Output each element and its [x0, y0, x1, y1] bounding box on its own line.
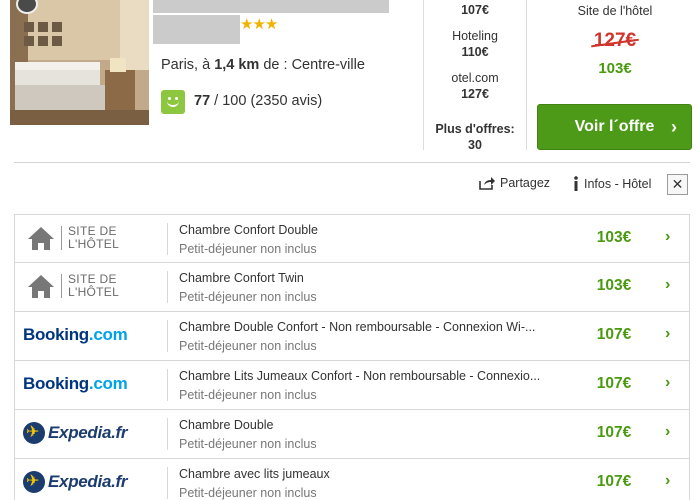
mid-price: 127€: [461, 87, 489, 101]
breakfast-info: Petit-déjeuner non inclus: [179, 242, 317, 256]
hotel-name-redacted: [153, 0, 389, 13]
featured-old-price: 127€: [540, 30, 690, 52]
close-button[interactable]: ✕: [667, 174, 688, 195]
house-icon: [28, 275, 54, 298]
more-offers-count: 30: [468, 138, 482, 152]
offer-row[interactable]: Expedia.fr Chambre avec lits jumeaux Pet…: [14, 459, 690, 500]
row-divider: [167, 320, 168, 352]
mid-price: 110€: [461, 45, 489, 59]
offer-price: 103€: [596, 229, 632, 246]
info-icon: [574, 176, 578, 191]
row-divider: [167, 369, 168, 401]
mid-price-item[interactable]: Hoteling 110€: [424, 28, 526, 60]
booking-domain: .com: [88, 325, 128, 344]
offer-row[interactable]: Booking.com Chambre Lits Jumeaux Confort…: [14, 361, 690, 410]
row-divider: [167, 271, 168, 303]
share-button[interactable]: Partagez: [479, 176, 550, 190]
logo-line2: L'HÔTEL: [68, 285, 120, 299]
mid-site: otel.com: [451, 71, 499, 85]
expedia-name: Expedia.fr: [48, 423, 128, 442]
row-divider: [167, 467, 168, 499]
offer-price: 107€: [596, 473, 632, 490]
offer-row[interactable]: SITE DE L'HÔTEL Chambre Confort Double Pe…: [14, 214, 690, 263]
logo-line1: SITE DE: [68, 272, 117, 286]
smiley-rating-icon: [161, 90, 185, 114]
rating-details: / 100 (2350 avis): [210, 93, 323, 109]
chevron-right-icon: ›: [665, 228, 671, 245]
chevron-right-icon: ›: [665, 325, 671, 342]
room-name: Chambre Confort Twin: [179, 271, 304, 285]
breakfast-info: Petit-déjeuner non inclus: [179, 290, 317, 304]
room-name: Chambre Lits Jumeaux Confort - Non rembo…: [179, 369, 541, 383]
share-label: Partagez: [500, 176, 551, 190]
breakfast-info: Petit-déjeuner non inclus: [179, 388, 317, 402]
old-price-value: 127€: [593, 30, 637, 51]
site-hotel-logo: SITE DE L'HÔTEL: [15, 263, 166, 311]
expedia-globe-icon: [23, 422, 45, 444]
offer-price: 107€: [596, 326, 632, 343]
row-divider: [167, 223, 168, 255]
offer-price: 107€: [596, 424, 632, 441]
share-icon: [479, 177, 495, 190]
info-label: Infos - Hôtel: [584, 176, 652, 191]
booking-name: Booking: [23, 325, 89, 344]
room-name: Chambre Confort Double: [179, 223, 318, 237]
hotel-info-button[interactable]: Infos - Hôtel: [572, 176, 651, 191]
breakfast-info: Petit-déjeuner non inclus: [179, 486, 317, 500]
site-hotel-logo: SITE DE L'HÔTEL: [15, 215, 166, 263]
star-rating: ★★★: [240, 16, 278, 33]
offer-row[interactable]: Expedia.fr Chambre Double Petit-déjeuner…: [14, 410, 690, 459]
offer-price: 103€: [596, 277, 632, 294]
offer-row[interactable]: SITE DE L'HÔTEL Chambre Confort Twin Peti…: [14, 263, 690, 312]
column-divider: [526, 0, 527, 150]
room-name: Chambre avec lits jumeaux: [179, 467, 330, 481]
hotel-photo[interactable]: [10, 0, 149, 125]
hotel-location: Paris, à 1,4 km de : Centre-ville: [161, 57, 365, 73]
rating-score: 77: [194, 93, 211, 109]
view-offer-button[interactable]: Voir l´offre ›: [537, 104, 692, 150]
featured-site-label: Site de l'hôtel: [577, 4, 653, 18]
mid-price-item[interactable]: otel.com 127€: [424, 70, 526, 102]
featured-price: 103€: [598, 60, 632, 77]
expedia-name: Expedia.fr: [48, 472, 128, 491]
offer-price: 107€: [596, 375, 632, 392]
breakfast-info: Petit-déjeuner non inclus: [179, 437, 317, 451]
logo-line1: SITE DE: [68, 224, 117, 238]
view-offer-label: Voir l´offre: [574, 118, 655, 135]
chevron-right-icon: ›: [665, 423, 671, 440]
location-prefix: Paris, à: [161, 57, 215, 73]
row-divider: [167, 418, 168, 450]
room-name: Chambre Double: [179, 418, 274, 432]
location-suffix: de : Centre-ville: [259, 57, 365, 73]
more-offers-link[interactable]: Plus d'offres: 30: [424, 121, 526, 153]
expedia-logo: Expedia.fr: [15, 410, 166, 458]
chevron-right-icon: ›: [665, 472, 671, 489]
chevron-right-icon: ›: [665, 276, 671, 293]
location-distance: 1,4 km: [214, 57, 260, 73]
expedia-logo: Expedia.fr: [15, 459, 166, 500]
house-icon: [28, 227, 54, 250]
offers-list: SITE DE L'HÔTEL Chambre Confort Double Pe…: [14, 214, 690, 500]
booking-domain: .com: [88, 374, 128, 393]
room-name: Chambre Double Confort - Non remboursabl…: [179, 320, 536, 334]
mid-site: Hoteling: [452, 29, 498, 43]
booking-logo: Booking.com: [15, 312, 166, 360]
hotel-name-redacted-2: [153, 15, 240, 44]
more-offers-label: Plus d'offres:: [435, 122, 515, 136]
chevron-right-icon: ›: [665, 374, 671, 391]
offer-row[interactable]: Booking.com Chambre Double Confort - Non…: [14, 312, 690, 361]
mid-price: 107€: [461, 3, 489, 17]
mid-price-item[interactable]: 107€: [424, 2, 526, 18]
chevron-right-icon: ›: [671, 117, 677, 137]
section-divider: [14, 162, 690, 163]
expedia-globe-icon: [23, 471, 45, 493]
breakfast-info: Petit-déjeuner non inclus: [179, 339, 317, 353]
hotel-room-image: [10, 0, 149, 125]
rating-text[interactable]: 77 / 100 (2350 avis): [194, 93, 322, 109]
logo-line2: L'HÔTEL: [68, 237, 120, 251]
booking-name: Booking: [23, 374, 89, 393]
booking-logo: Booking.com: [15, 361, 166, 409]
